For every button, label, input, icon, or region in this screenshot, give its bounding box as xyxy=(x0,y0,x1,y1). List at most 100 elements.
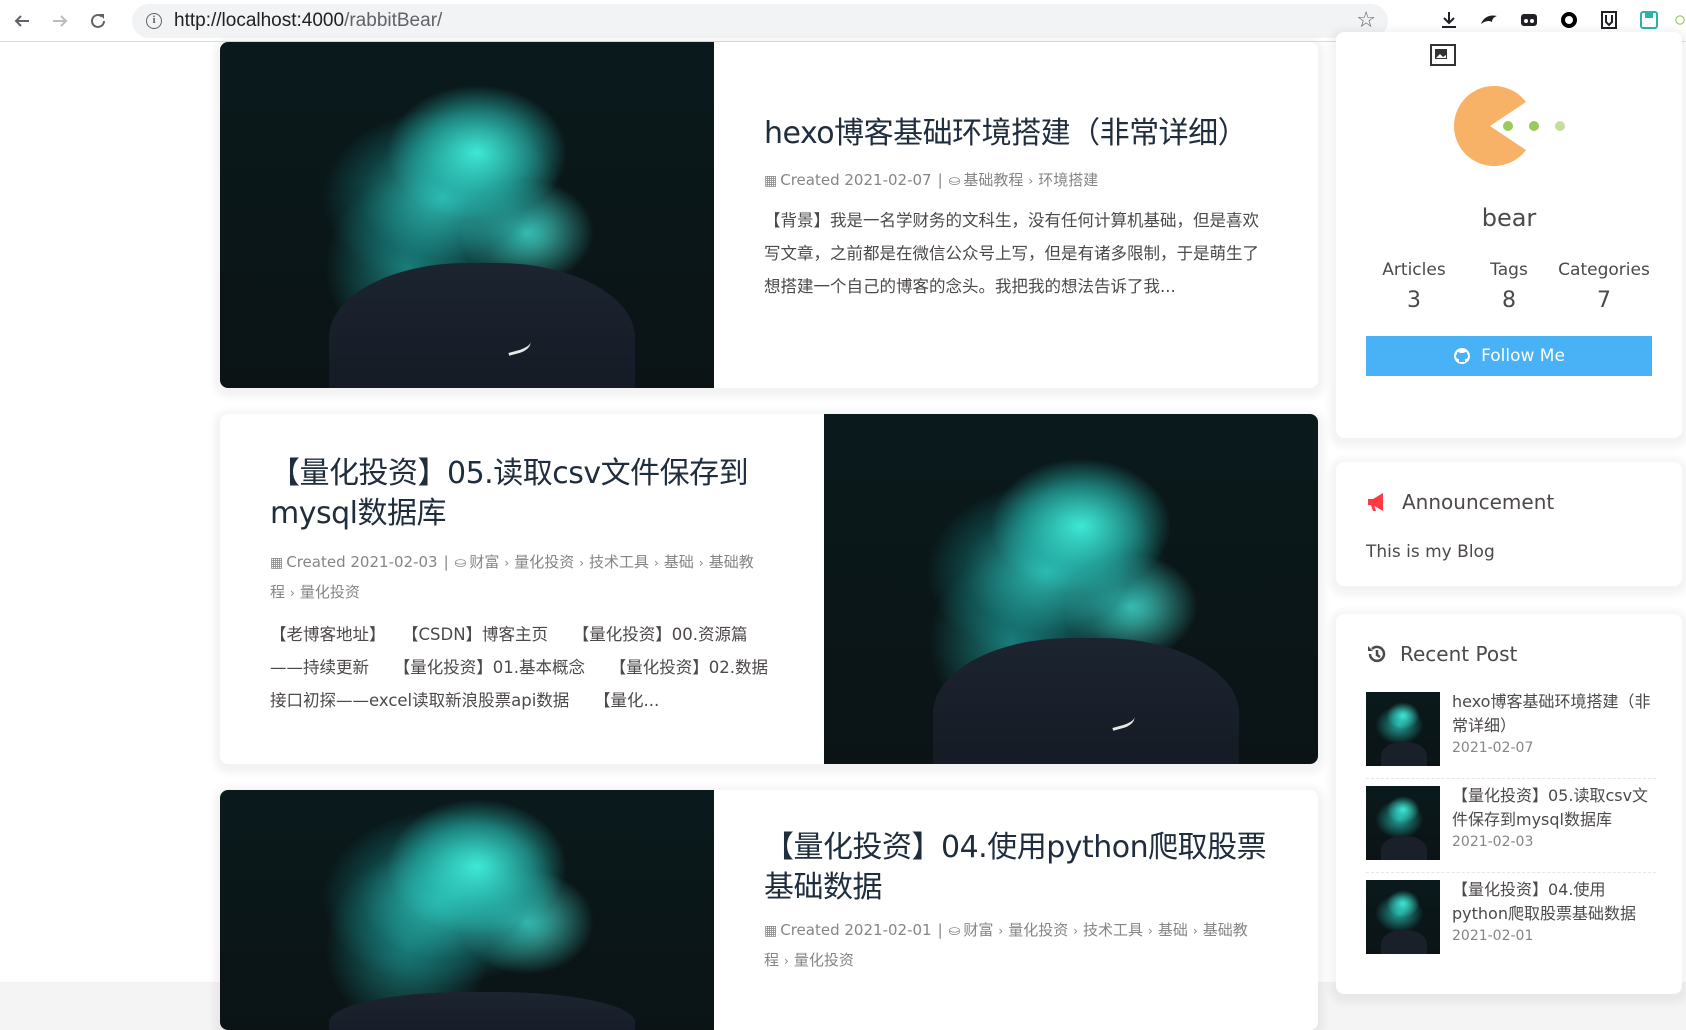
recent-post-thumbnail[interactable] xyxy=(1366,880,1440,954)
announcement-card: Announcement This is my Blog xyxy=(1336,462,1682,586)
url-host: http://localhost:4000 xyxy=(174,10,345,31)
category-link[interactable]: 基础教程 xyxy=(963,171,1023,189)
created-label: Created xyxy=(780,171,840,189)
post-title[interactable]: 【量化投资】04.使用python爬取股票基础数据 xyxy=(764,828,1284,908)
recent-post-item[interactable]: hexo博客基础环境搭建（非常详细） 2021-02-07 xyxy=(1366,692,1656,766)
category-link[interactable]: 量化投资 xyxy=(794,951,854,969)
recent-post-thumbnail[interactable] xyxy=(1366,692,1440,766)
category-link[interactable]: 量化投资 xyxy=(300,583,360,601)
arrow-right-icon xyxy=(53,15,68,27)
post-title[interactable]: hexo博客基础环境搭建（非常详细） xyxy=(764,114,1284,154)
post-date: 2021-02-03 xyxy=(350,553,438,571)
extension-icon[interactable] xyxy=(1518,9,1540,31)
post-title[interactable]: 【量化投资】05.读取csv文件保存到mysql数据库 xyxy=(270,454,780,534)
post-cover-image[interactable] xyxy=(220,42,714,388)
announcement-text: This is my Blog xyxy=(1366,542,1495,562)
chevron-right-icon: › xyxy=(698,556,704,570)
chevron-right-icon: › xyxy=(998,924,1004,938)
post-cover-image[interactable] xyxy=(824,414,1318,764)
recent-post-date: 2021-02-03 xyxy=(1452,834,1534,850)
recent-post-link[interactable]: 【量化投资】04.使用python爬取股票基础数据 xyxy=(1452,878,1657,926)
extension-icon[interactable] xyxy=(1598,9,1620,31)
avatar xyxy=(1454,86,1565,166)
recent-post-thumbnail[interactable] xyxy=(1366,786,1440,860)
site-info-icon[interactable]: i xyxy=(146,13,162,29)
category-link[interactable]: 基础 xyxy=(1158,921,1188,939)
extension-icon[interactable] xyxy=(1638,9,1660,31)
post-date: 2021-02-01 xyxy=(844,921,932,939)
chevron-right-icon: › xyxy=(1192,924,1198,938)
recent-post-link[interactable]: hexo博客基础环境搭建（非常详细） xyxy=(1452,690,1657,738)
calendar-icon: ▦ xyxy=(764,923,778,939)
download-icon[interactable] xyxy=(1438,9,1460,31)
follow-me-button[interactable]: Follow Me xyxy=(1366,336,1652,376)
inbox-icon: ⛀ xyxy=(948,173,961,189)
tags-label: Tags xyxy=(1490,260,1528,280)
post-meta: ▦ Created 2021-02-01 | ⛀ 财富 › 量化投资 › 技术工具 › 基础 › 基础教… xyxy=(764,921,1248,969)
category-link[interactable]: 财富 xyxy=(469,553,499,571)
address-bar[interactable]: i http://localhost:4000/rabbitBear/ ☆ xyxy=(132,4,1388,38)
post-excerpt: 【背景】我是一名学财务的文科生，没有任何计算机基础，但是喜欢写文章，之前都是在微… xyxy=(764,211,1259,296)
inbox-icon: ⛀ xyxy=(948,923,961,939)
category-link[interactable]: 量化投资 xyxy=(1008,921,1068,939)
category-link[interactable]: 量化投资 xyxy=(514,553,574,571)
created-label: Created xyxy=(780,921,840,939)
extension-icon[interactable] xyxy=(1558,9,1580,31)
reload-button[interactable] xyxy=(84,7,112,35)
author-name: bear xyxy=(1481,204,1537,232)
post-card[interactable]: hexo博客基础环境搭建（非常详细） ▦ Created 2021-02-07 | ⛀… xyxy=(220,42,1318,388)
reload-icon xyxy=(91,13,105,28)
extension-icon[interactable] xyxy=(1478,9,1500,31)
github-icon xyxy=(1454,348,1471,364)
post-cover-image[interactable] xyxy=(220,790,714,1030)
author-card: bear Articles 3 Tags 8 Categories 7 Foll… xyxy=(1336,32,1682,438)
chevron-right-icon: › xyxy=(1028,174,1034,188)
recent-post-heading: Recent Post xyxy=(1366,642,1517,666)
chevron-right-icon: › xyxy=(1073,924,1079,938)
tags-stat[interactable]: Tags 8 xyxy=(1461,260,1557,313)
divider xyxy=(1366,778,1656,779)
inbox-icon: ⛀ xyxy=(454,555,467,571)
category-link[interactable]: 基础 xyxy=(664,553,694,571)
categories-stat[interactable]: Categories 7 xyxy=(1556,260,1652,313)
created-label: Created xyxy=(286,553,346,571)
url-text[interactable]: http://localhost:4000/rabbitBear/ xyxy=(174,4,442,38)
category-link[interactable]: 财富 xyxy=(963,921,993,939)
categories-label: Categories xyxy=(1558,260,1650,280)
arrow-left-icon xyxy=(14,15,29,27)
category-link[interactable]: 技术工具 xyxy=(589,553,649,571)
announcement-title: Announcement xyxy=(1402,490,1555,514)
recent-post-date: 2021-02-07 xyxy=(1452,740,1534,756)
announcement-heading: Announcement xyxy=(1366,490,1554,514)
forward-button[interactable] xyxy=(46,7,74,35)
chevron-right-icon: › xyxy=(784,954,789,968)
post-meta: ▦ Created 2021-02-03 | ⛀ 财富 › 量化投资 › 技术工具 › 基础 › 基础教… xyxy=(270,553,754,601)
post-date: 2021-02-07 xyxy=(844,171,932,189)
tags-count: 8 xyxy=(1502,288,1516,313)
category-link[interactable]: 技术工具 xyxy=(1083,921,1143,939)
chevron-right-icon: › xyxy=(654,556,659,570)
image-icon xyxy=(1430,44,1456,66)
recent-post-title: Recent Post xyxy=(1400,642,1518,666)
articles-stat[interactable]: Articles 3 xyxy=(1366,260,1462,313)
bookmark-star-icon[interactable]: ☆ xyxy=(1356,8,1376,33)
recent-posts-card: Recent Post hexo博客基础环境搭建（非常详细） 2021-02-0… xyxy=(1336,614,1682,994)
recent-post-item[interactable]: 【量化投资】04.使用python爬取股票基础数据 2021-02-01 xyxy=(1366,880,1656,954)
articles-label: Articles xyxy=(1382,260,1446,280)
chevron-right-icon: › xyxy=(1148,924,1153,938)
history-icon xyxy=(1368,645,1386,663)
categories-count: 7 xyxy=(1597,288,1611,313)
category-link[interactable]: 环境搭建 xyxy=(1038,171,1098,189)
post-card[interactable]: 【量化投资】05.读取csv文件保存到mysql数据库 ▦ Created 202… xyxy=(220,414,1318,764)
extension-icon[interactable] xyxy=(1674,9,1686,31)
back-button[interactable] xyxy=(8,7,36,35)
calendar-icon: ▦ xyxy=(270,555,284,571)
url-path: /rabbitBear/ xyxy=(344,10,443,31)
articles-count: 3 xyxy=(1407,288,1421,313)
chevron-right-icon: › xyxy=(579,556,585,570)
post-meta: ▦ Created 2021-02-07 | ⛀ 基础教程 › 环境搭建 xyxy=(764,171,1099,189)
bullhorn-icon xyxy=(1368,493,1383,511)
recent-post-item[interactable]: 【量化投资】05.读取csv文件保存到mysql数据库 2021-02-03 xyxy=(1366,786,1656,860)
recent-post-link[interactable]: 【量化投资】05.读取csv文件保存到mysql数据库 xyxy=(1452,784,1657,832)
post-card[interactable]: 【量化投资】04.使用python爬取股票基础数据 ▦ Created 2021-… xyxy=(220,790,1318,1030)
